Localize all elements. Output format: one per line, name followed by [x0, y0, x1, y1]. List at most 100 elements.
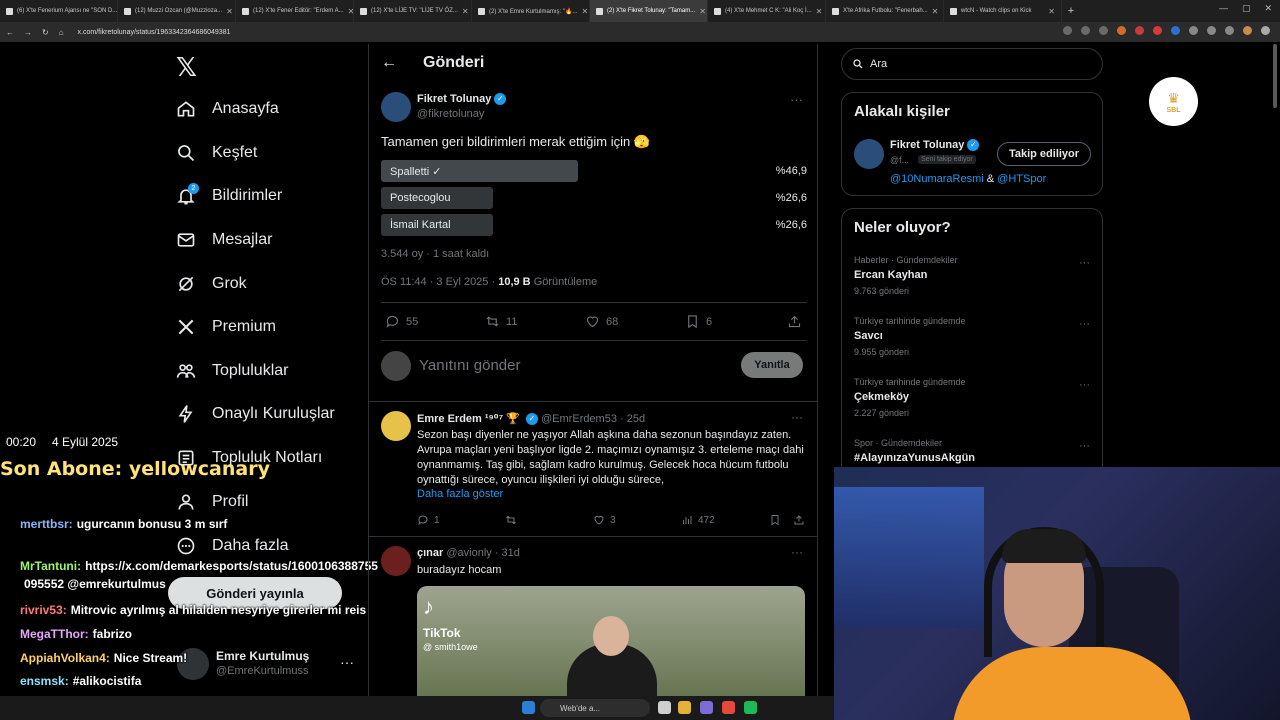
tab-close-icon[interactable]: ✕: [699, 7, 706, 16]
extension-icon[interactable]: [1171, 26, 1180, 35]
profile-avatar-icon[interactable]: [1243, 26, 1252, 35]
search-input[interactable]: Ara: [841, 48, 1103, 80]
nav-item-topluluklar[interactable]: Topluluklar: [176, 355, 288, 387]
tab-favicon-icon: [596, 7, 603, 15]
url-field[interactable]: x.com/fikretolunay/status/19633423646860…: [78, 29, 231, 36]
maximize-icon[interactable]: ▢: [1242, 3, 1251, 14]
extensions-puzzle-icon[interactable]: [1207, 26, 1216, 35]
nav-item-daha-fazla[interactable]: Daha fazla: [176, 530, 289, 562]
tab-title: (6) X'te Fenerium Ajansı ne "SON D...: [17, 8, 118, 14]
divider: [369, 536, 817, 537]
share-button[interactable]: [787, 314, 802, 329]
extension-icon[interactable]: [1081, 26, 1090, 35]
nav-item-onaylı-kuruluşlar[interactable]: Onaylı Kuruluşlar: [176, 398, 335, 430]
more-options-icon[interactable]: ···: [1079, 257, 1090, 269]
forward-arrow-icon[interactable]: →: [24, 28, 32, 37]
spotify-icon[interactable]: [744, 701, 757, 714]
more-options-icon[interactable]: ···: [790, 92, 803, 107]
views-button[interactable]: 472: [681, 514, 715, 526]
x-logo-icon[interactable]: 𝕏: [176, 52, 197, 83]
more-options-icon[interactable]: ···: [1079, 379, 1090, 391]
tab-close-icon[interactable]: ✕: [462, 7, 469, 16]
like-button[interactable]: 3: [593, 514, 616, 526]
show-more-link[interactable]: Daha fazla göster: [417, 488, 503, 500]
minimize-icon[interactable]: —: [1219, 3, 1228, 14]
reply-header[interactable]: Emre Erdem ¹⁹⁰⁷ 🏆 ✓ @EmrErdem53 · 25d: [417, 412, 645, 426]
bookmark-button[interactable]: [769, 514, 781, 526]
windows-start-icon[interactable]: [522, 701, 535, 714]
retweet-button[interactable]: [505, 514, 517, 526]
related-name[interactable]: Fikret Tolunay ✓: [890, 139, 980, 152]
account-more-icon[interactable]: ···: [340, 654, 354, 670]
account-name[interactable]: Emre Kurtulmuş: [216, 649, 309, 663]
browser-tab[interactable]: (2) X'te Fikret Tolunay: "Tamam... ✕: [590, 0, 708, 22]
browser-tab[interactable]: X'te Afrika Futbolu: "Fenerbah... ✕: [826, 0, 944, 22]
file-explorer-icon[interactable]: [678, 701, 691, 714]
trends-card: Neler oluyor? Haberler · Gündemdekiler Er…: [841, 208, 1103, 478]
poll-option-percent: %26,6: [775, 219, 807, 231]
discord-icon[interactable]: [700, 701, 713, 714]
browser-tab[interactable]: (4) X'te Mehmet C K: "Ali Koç İ... ✕: [708, 0, 826, 22]
tab-close-icon[interactable]: ✕: [932, 7, 939, 16]
nav-item-profil[interactable]: Profil: [176, 486, 248, 518]
browser-tab[interactable]: (12) X'te LİJE TV: "LİJE TV ÖZ... ✕: [354, 0, 472, 22]
reply-input[interactable]: Yanıtını gönder: [419, 357, 520, 374]
close-window-icon[interactable]: ✕: [1264, 3, 1272, 14]
tab-close-icon[interactable]: ✕: [816, 7, 823, 16]
browser-tab[interactable]: (6) X'te Fenerium Ajansı ne "SON D...✕: [0, 0, 118, 22]
tab-close-icon[interactable]: ✕: [226, 7, 233, 16]
more-options-icon[interactable]: ···: [791, 410, 803, 424]
account-handle[interactable]: @EmreKurtulmuss: [216, 665, 308, 677]
author-handle[interactable]: @fikretolunay: [417, 108, 484, 120]
nav-item-mesajlar[interactable]: Mesajlar: [176, 224, 272, 256]
sidebar-icon[interactable]: [1225, 26, 1234, 35]
author-avatar[interactable]: [381, 92, 411, 122]
extension-icon[interactable]: [1117, 26, 1126, 35]
bookmark-button[interactable]: 6: [685, 314, 712, 329]
more-options-icon[interactable]: ···: [1079, 318, 1090, 330]
more-options-icon[interactable]: ···: [1079, 440, 1090, 452]
tab-close-icon[interactable]: ✕: [581, 7, 588, 16]
like-button[interactable]: 68: [585, 314, 618, 329]
bookmark-star-icon[interactable]: [1099, 26, 1108, 35]
nav-item-anasayfa[interactable]: Anasayfa: [176, 93, 279, 125]
following-button[interactable]: Takip ediliyor: [997, 142, 1091, 166]
extension-icon[interactable]: [1063, 26, 1072, 35]
reply-avatar[interactable]: [381, 546, 411, 576]
related-avatar[interactable]: [854, 139, 884, 169]
reply-button[interactable]: 55: [385, 314, 418, 329]
nav-item-keşfet[interactable]: Keşfet: [176, 137, 257, 169]
reply-avatar[interactable]: [381, 411, 411, 441]
chrome-icon[interactable]: [722, 701, 735, 714]
back-arrow-icon[interactable]: ←: [381, 54, 397, 72]
extension-icon[interactable]: [1153, 26, 1162, 35]
reply-button[interactable]: 1: [417, 514, 440, 526]
browser-tab[interactable]: (12) Muzzi Ozcan (@Muzzioza... ✕: [118, 0, 236, 22]
reply-submit-button[interactable]: Yanıtla: [741, 352, 803, 378]
nav-label: Keşfet: [212, 144, 258, 161]
nav-item-grok[interactable]: Grok: [176, 268, 247, 300]
retweet-button[interactable]: 11: [485, 314, 517, 329]
back-arrow-icon[interactable]: ←: [6, 28, 14, 37]
taskbar-search[interactable]: Web'de a...: [540, 699, 650, 717]
more-options-icon[interactable]: ···: [791, 545, 803, 559]
browser-tab[interactable]: (2) X'te Emre Kurtulmamış: "🔥... ✕: [472, 0, 590, 22]
share-button[interactable]: [793, 514, 805, 526]
related-handle[interactable]: @f...: [890, 155, 909, 165]
menu-dots-icon[interactable]: [1261, 26, 1270, 35]
home-browser-icon[interactable]: ⌂: [59, 28, 64, 37]
browser-tab[interactable]: wtcN - Watch clips on Kick ✕: [944, 0, 1062, 22]
bio-link[interactable]: @HTSpor: [997, 173, 1046, 185]
browser-tab[interactable]: (12) X'te Fener Editör: "Erdem A... ✕: [236, 0, 354, 22]
extension-icon[interactable]: [1135, 26, 1144, 35]
task-view-icon[interactable]: [658, 701, 671, 714]
reload-icon[interactable]: ↻: [42, 28, 49, 37]
extension-icon[interactable]: [1189, 26, 1198, 35]
reply-header[interactable]: çınar @avionly · 31d: [417, 547, 520, 559]
nav-item-premium[interactable]: Premium: [176, 311, 276, 343]
tab-close-icon[interactable]: ✕: [1048, 7, 1055, 16]
new-tab-icon[interactable]: +: [1062, 5, 1080, 17]
author-name[interactable]: Fikret Tolunay ✓: [417, 93, 507, 106]
bio-link[interactable]: @10NumaraResmi: [890, 173, 984, 185]
scrollbar[interactable]: [1273, 44, 1277, 108]
